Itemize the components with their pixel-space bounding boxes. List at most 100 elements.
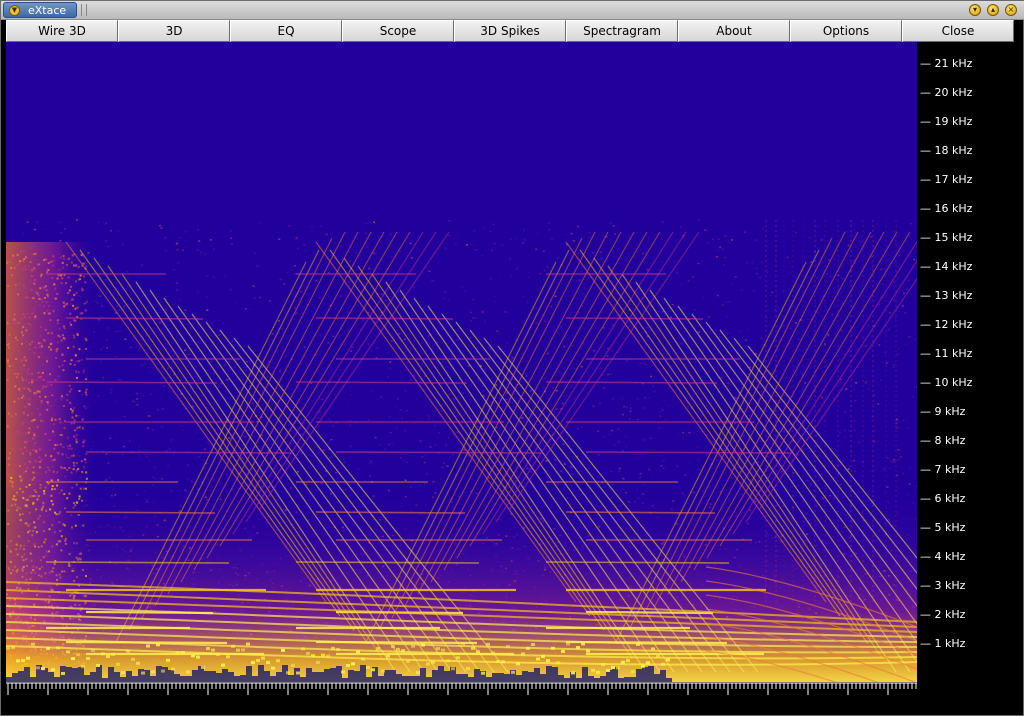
noise-speckle [687,280,690,282]
burst-pixel [26,414,29,417]
noise-speckle [907,279,910,282]
about-button[interactable]: About [678,20,790,42]
3d-button[interactable]: 3D [118,20,230,42]
spectragram-button[interactable]: Spectragram [566,20,678,42]
noise-speckle [806,395,809,398]
noise-speckle [106,347,108,349]
3d-spikes-button[interactable]: 3D Spikes [454,20,566,42]
noise-speckle [230,243,233,245]
noise-speckle [570,232,573,235]
noise-speckle [821,396,824,399]
sustained-partial [565,511,716,514]
noise-speckle [121,453,124,456]
burst-pixel [29,454,32,456]
noise-speckle [854,399,857,402]
wire-3d-button[interactable]: Wire 3D [6,20,118,42]
noise-speckle [168,448,171,450]
burst-pixel [36,426,39,429]
burst-pixel [24,296,27,299]
options-button[interactable]: Options [790,20,902,42]
noise-speckle [434,444,437,446]
eq-button[interactable]: EQ [230,20,342,42]
frequency-axis: — 21 kHz — 20 kHz — 19 kHz — 18 kHz — 17 kHz… [917,42,1021,682]
bottom-cutoff-block [354,671,360,682]
bright-bass-pixel [536,657,540,661]
burst-pixel [38,456,41,459]
burst-pixel [47,269,50,272]
burst-pixel [9,480,12,483]
bright-bass-pixel [116,662,120,666]
noise-speckle [367,415,370,417]
noise-speckle [509,274,512,277]
noise-speckle [206,275,209,277]
mode-toolbar: Wire 3D 3D EQ Scope 3D Spikes Spectragra… [6,20,1018,42]
noise-speckle [576,427,579,430]
noise-speckle [889,312,892,314]
noise-speckle [715,459,718,461]
noise-speckle [451,454,454,456]
burst-pixel [85,471,88,474]
maximize-icon[interactable]: ▴ [987,4,999,16]
sustained-partial [315,317,454,320]
noise-speckle [295,286,298,289]
title-tab[interactable]: ▼ eXtace [3,2,77,18]
burst-pixel [58,327,61,330]
noise-speckle [148,415,151,417]
noise-speckle [329,456,332,459]
burst-pixel [37,294,40,297]
noise-speckle [448,234,451,237]
noise-speckle [817,479,820,481]
burst-pixel [63,305,66,308]
noise-speckle [198,456,201,458]
noise-speckle [847,244,850,247]
burst-pixel [38,448,41,451]
noise-speckle [513,477,516,479]
noise-speckle [593,349,596,352]
burst-pixel [62,255,65,258]
title-bar[interactable]: ▼ eXtace ▾ ▴ × [1,1,1024,20]
noise-speckle [606,355,609,357]
noise-speckle [644,305,647,307]
noise-speckle [403,460,406,462]
burst-pixel [81,445,84,448]
noise-speckle [853,429,856,431]
burst-pixel [79,278,82,281]
noise-speckle [489,230,492,232]
close-button[interactable]: Close [902,20,1014,42]
burst-pixel [32,448,35,451]
noise-speckle [650,437,653,440]
bright-bass-pixel [396,647,400,651]
burst-pixel [67,346,70,349]
burst-pixel [10,255,13,258]
burst-pixel [70,261,73,264]
noise-speckle [843,411,846,413]
noise-speckle [908,336,911,338]
burst-pixel [13,318,16,321]
noise-speckle [153,466,156,468]
noise-speckle [642,252,644,255]
scope-button[interactable]: Scope [342,20,454,42]
noise-speckle [697,468,700,471]
burst-pixel [73,293,76,296]
noise-speckle [327,418,330,420]
sustained-partial [65,317,204,320]
bright-bass-pixel [651,647,655,651]
bright-bass-pixel [51,668,55,672]
burst-pixel [20,337,23,339]
noise-speckle [211,360,213,363]
noise-speckle [667,405,670,407]
down-arrow-icon[interactable]: ▼ [9,4,20,16]
noise-speckle [419,440,422,442]
noise-speckle [771,417,774,419]
noise-speckle [642,407,645,409]
burst-pixel [37,371,40,374]
burst-pixel [21,376,23,379]
bright-bass-pixel [366,665,370,669]
noise-speckle [840,277,843,280]
bright-bass-pixel [486,642,490,646]
noise-speckle [607,347,609,350]
close-icon[interactable]: × [1005,4,1017,16]
noise-speckle [840,329,843,332]
minimize-icon[interactable]: ▾ [969,4,981,16]
noise-speckle [107,245,110,248]
